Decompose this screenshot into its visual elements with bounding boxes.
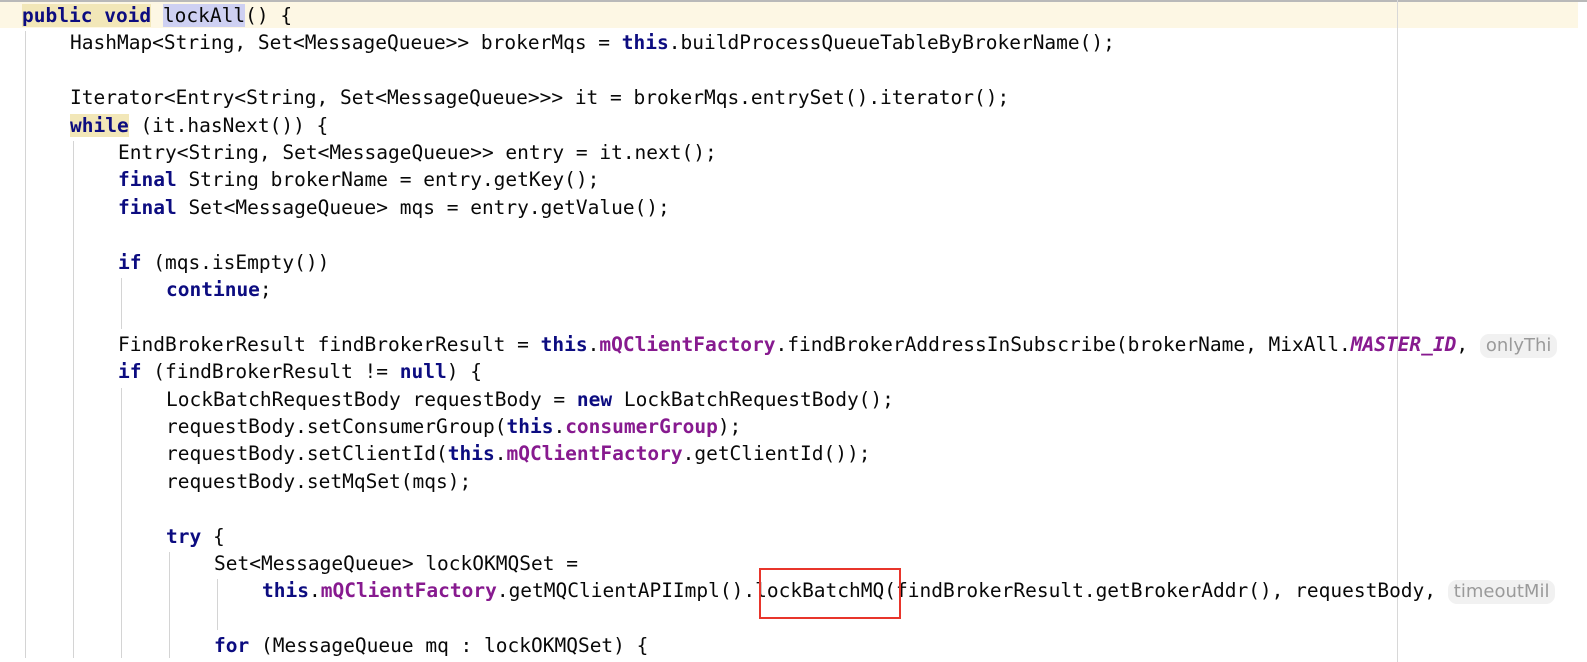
code-line[interactable]: while (it.hasNext()) {: [70, 112, 328, 139]
code-token-plain: HashMap<String, Set<MessageQueue>> broke…: [70, 31, 622, 55]
code-token-plain: {: [201, 524, 225, 548]
code-token-this: this: [262, 579, 309, 603]
code-line[interactable]: if (findBrokerResult != null) {: [118, 358, 482, 385]
code-token-plain: requestBody.setMqSet(mqs);: [166, 469, 472, 493]
code-token-this: this: [447, 442, 495, 466]
code-token-plain: .findBrokerAddressInSubscribe(brokerName…: [775, 332, 1351, 356]
code-token-plain: requestBody.setClientId(: [166, 442, 448, 466]
code-token-plain: (MessageQueue mq : lockOKMQSet) {: [249, 634, 649, 658]
code-token-keyword: for: [214, 634, 250, 658]
code-token-plain: .getClientId());: [682, 442, 871, 466]
code-token-keyword: final: [118, 168, 177, 192]
code-text-layer[interactable]: public void lockAll() {HashMap<String, S…: [0, 0, 1587, 662]
parameter-inlay-hint[interactable]: timeoutMil: [1447, 580, 1556, 605]
code-token-field: mQClientFactory: [506, 442, 683, 466]
code-line[interactable]: Entry<String, Set<MessageQueue>> entry =…: [118, 139, 717, 166]
code-line[interactable]: requestBody.setConsumerGroup(this.consum…: [166, 413, 741, 440]
code-token-plain: Iterator<Entry<String, Set<MessageQueue>…: [70, 86, 1010, 110]
code-token-plain: () {: [245, 4, 293, 27]
code-token-field: consumerGroup: [565, 415, 718, 438]
code-line[interactable]: for (MessageQueue mq : lockOKMQSet) {: [214, 632, 648, 659]
code-token-plain: Set<MessageQueue> mqs = entry.getValue()…: [176, 195, 670, 219]
code-line[interactable]: if (mqs.isEmpty()): [118, 249, 329, 276]
code-token-plain: ) {: [446, 360, 482, 384]
code-line[interactable]: requestBody.setMqSet(mqs);: [166, 468, 471, 495]
code-token-plain: (findBrokerResult !=: [141, 360, 400, 384]
code-token-plain: .: [308, 579, 321, 603]
code-token-field: mQClientFactory: [320, 579, 497, 603]
code-token-plain: ;: [259, 278, 272, 301]
code-token-keyword: void: [104, 4, 152, 27]
code-token-plain: lockAll: [162, 4, 246, 27]
code-token-plain: String brokerName = entry.getKey();: [176, 168, 600, 192]
code-line[interactable]: Set<MessageQueue> lockOKMQSet =: [214, 550, 578, 577]
code-token-plain: ,: [1456, 332, 1480, 356]
code-token-keyword: continue: [166, 278, 260, 301]
code-token-this: this: [540, 332, 588, 356]
code-token-keyword: if: [118, 250, 142, 274]
code-token-plain: .: [553, 415, 566, 438]
code-token-keyword: try: [166, 524, 202, 548]
code-token-plain: [92, 4, 105, 27]
code-token-keyword: new: [576, 387, 613, 411]
code-line[interactable]: final String brokerName = entry.getKey()…: [118, 166, 599, 193]
code-editor[interactable]: public void lockAll() {HashMap<String, S…: [0, 0, 1587, 662]
code-token-field: mQClientFactory: [599, 332, 776, 356]
code-token-plain: (it.hasNext()) {: [128, 113, 329, 137]
code-token-plain: .getMQClientAPIImpl().lockBatchMQ(findBr…: [496, 579, 1448, 603]
code-token-plain: LockBatchRequestBody requestBody =: [166, 387, 577, 411]
code-token-keyword: while: [70, 113, 129, 137]
code-line[interactable]: public void lockAll() {: [22, 2, 292, 29]
code-line[interactable]: requestBody.setClientId(this.mQClientFac…: [166, 440, 870, 467]
code-line[interactable]: this.mQClientFactory.getMQClientAPIImpl(…: [262, 577, 1556, 605]
code-line[interactable]: Iterator<Entry<String, Set<MessageQueue>…: [70, 84, 1009, 111]
code-line[interactable]: LockBatchRequestBody requestBody = new L…: [166, 386, 894, 413]
code-line[interactable]: continue;: [166, 276, 272, 303]
code-line[interactable]: FindBrokerResult findBrokerResult = this…: [118, 331, 1558, 358]
code-token-plain: LockBatchRequestBody();: [612, 387, 894, 411]
code-token-this: this: [506, 415, 554, 438]
code-token-static: MASTER_ID: [1350, 332, 1457, 356]
code-token-keyword: public: [22, 4, 93, 27]
code-token-plain: Set<MessageQueue> lockOKMQSet =: [214, 552, 578, 575]
parameter-inlay-hint[interactable]: onlyThi: [1479, 333, 1558, 358]
code-token-keyword: final: [118, 195, 177, 219]
code-token-plain: Entry<String, Set<MessageQueue>> entry =…: [118, 141, 717, 164]
code-token-plain: .: [587, 332, 600, 356]
code-token-plain: (mqs.isEmpty()): [141, 250, 330, 274]
code-token-plain: FindBrokerResult findBrokerResult =: [118, 332, 541, 356]
code-token-plain: requestBody.setConsumerGroup(: [166, 415, 507, 438]
code-token-plain: .buildProcessQueueTableByBrokerName();: [668, 31, 1115, 55]
code-token-plain: .: [494, 442, 507, 466]
code-line[interactable]: try {: [166, 523, 225, 550]
code-token-this: this: [621, 31, 669, 55]
code-token-keyword: if: [118, 360, 142, 384]
code-line[interactable]: HashMap<String, Set<MessageQueue>> broke…: [70, 29, 1115, 56]
code-token-keyword: null: [399, 360, 447, 384]
code-line[interactable]: final Set<MessageQueue> mqs = entry.getV…: [118, 194, 670, 221]
code-token-plain: );: [717, 415, 742, 438]
